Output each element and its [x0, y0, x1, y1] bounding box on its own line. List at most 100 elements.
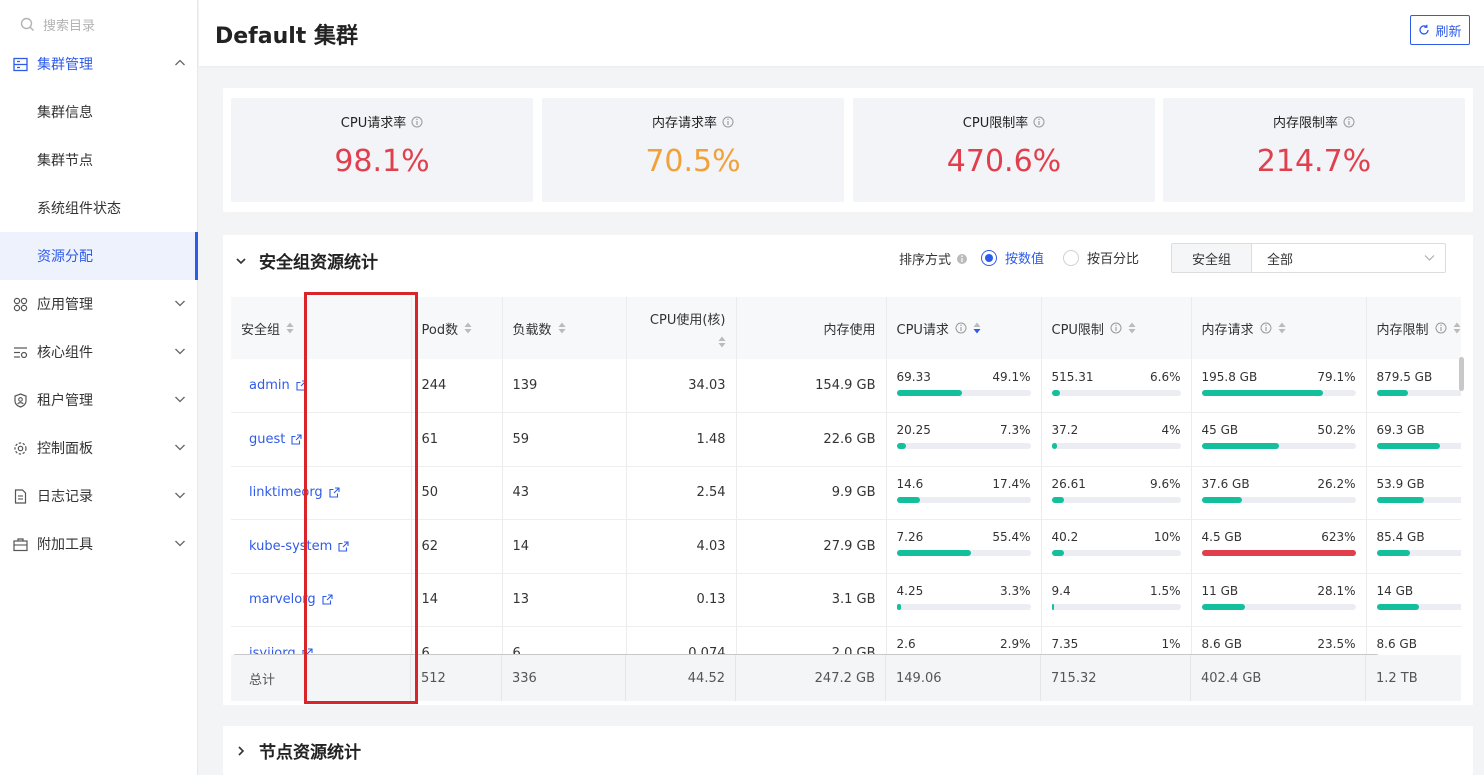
bar-percent: 2.9% — [1000, 637, 1031, 652]
cell-pods: 50 — [411, 466, 503, 520]
sidebar-item-cluster-info[interactable]: 集群信息 — [0, 88, 198, 136]
bar-percent: 6.6% — [1150, 369, 1181, 384]
col-header-cpu-request[interactable]: CPU请求 — [886, 297, 1042, 359]
progress-fill — [896, 603, 901, 610]
sort-icon[interactable] — [558, 322, 566, 334]
progress-fill — [1201, 389, 1324, 396]
sidebar-item-cluster-nodes[interactable]: 集群节点 — [0, 136, 198, 184]
sort-icon[interactable] — [1128, 322, 1136, 334]
sidebar-item-label: 系统组件状态 — [37, 201, 121, 217]
bar-cell-mem_req: 11 GB 28.1% — [1191, 573, 1367, 627]
sidebar-item-label: 日志记录 — [37, 489, 93, 505]
radio-circle — [981, 249, 997, 266]
bar-cell-cpu_req: 4.25 3.3% — [886, 573, 1042, 627]
info-icon[interactable] — [955, 322, 967, 334]
sort-icon[interactable] — [1278, 322, 1286, 334]
sidebar: 搜索目录 集群管理 集群信息 集群节点 系统组件状态 资源分配 应用管理 核心组… — [0, 0, 198, 775]
bar-value: 37.6 GB — [1201, 476, 1250, 491]
document-icon — [12, 488, 28, 504]
sort-icon[interactable] — [286, 322, 294, 334]
sidebar-item-cluster-management[interactable]: 集群管理 — [0, 40, 198, 88]
sidebar-item-label: 应用管理 — [37, 297, 93, 313]
bar-percent: 17.4% — [992, 476, 1031, 491]
col-header-memory-limit[interactable]: 内存限制 — [1366, 297, 1461, 359]
search-box[interactable]: 搜索目录 — [20, 14, 95, 34]
header-label: 安全组 — [241, 322, 281, 338]
cell-loads: 43 — [502, 466, 627, 520]
security-group-filter[interactable]: 安全组 全部 — [1171, 243, 1446, 273]
col-header-memory-usage[interactable]: 内存使用 — [736, 297, 887, 359]
sidebar-item-label: 集群信息 — [37, 105, 93, 121]
sort-icon[interactable] — [718, 336, 726, 348]
sort-by-percent-radio[interactable]: 按百分比 — [1063, 248, 1139, 267]
bar-value: 11 GB — [1201, 583, 1239, 598]
link-text: admin — [249, 378, 290, 393]
sidebar-item-logs[interactable]: 日志记录 — [0, 472, 198, 520]
cell-memory-usage: 154.9 GB — [736, 359, 887, 413]
header-label: Pod数 — [421, 322, 459, 338]
sidebar-item-component-status[interactable]: 系统组件状态 — [0, 184, 198, 232]
progress-bar — [1051, 496, 1181, 503]
sidebar-item-label: 集群管理 — [37, 57, 93, 73]
sort-icon[interactable] — [1453, 322, 1461, 334]
section-header: 安全组资源统计 排序方式 按数值 按百分比 安全组 全部 — [223, 235, 1473, 283]
security-group-link[interactable]: guest — [241, 432, 302, 447]
info-icon[interactable] — [951, 253, 968, 265]
stat-label: CPU请求率 — [340, 116, 407, 131]
highlight-box — [304, 292, 418, 704]
col-header-pods[interactable]: Pod数 — [411, 297, 503, 359]
sidebar-item-resource-allocation[interactable]: 资源分配 — [0, 232, 198, 280]
refresh-button[interactable]: 刷新 — [1410, 15, 1470, 45]
progress-bar — [1051, 603, 1181, 610]
cell-memory-usage: 9.9 GB — [736, 466, 887, 520]
progress-bar — [896, 389, 1031, 396]
bar-percent: 1.5% — [1150, 583, 1181, 598]
col-header-memory-request[interactable]: 内存请求 — [1191, 297, 1367, 359]
filter-select[interactable]: 全部 — [1252, 244, 1445, 272]
bar-value: 879.5 GB — [1376, 369, 1433, 384]
search-placeholder[interactable]: 搜索目录 — [43, 15, 95, 34]
sidebar-item-addon-tools[interactable]: 附加工具 — [0, 520, 198, 568]
chevron-right-icon — [235, 745, 259, 757]
bar-percent: 9.6% — [1150, 476, 1181, 491]
progress-fill — [1051, 603, 1055, 610]
bar-value: 69.3 GB — [1376, 423, 1425, 438]
info-icon[interactable] — [1338, 116, 1355, 128]
sidebar-item-label: 租户管理 — [37, 393, 93, 409]
sidebar-item-control-panel[interactable]: 控制面板 — [0, 424, 198, 472]
security-group-link[interactable]: admin — [241, 378, 307, 393]
col-header-cpu-limit[interactable]: CPU限制 — [1041, 297, 1192, 359]
link-text: guest — [249, 431, 286, 447]
section-toggle[interactable]: 安全组资源统计 — [235, 248, 378, 273]
info-icon[interactable] — [406, 116, 423, 128]
sidebar-item-app-management[interactable]: 应用管理 — [0, 280, 198, 328]
progress-bar — [896, 550, 1031, 557]
bar-percent: 79.1% — [1317, 369, 1356, 384]
chevron-down-icon — [235, 255, 259, 267]
sort-by-value-radio[interactable]: 按数值 — [981, 248, 1044, 267]
chevron-down-icon — [174, 441, 186, 453]
refresh-icon — [1418, 24, 1435, 36]
progress-bar — [1051, 550, 1181, 557]
progress-fill — [1376, 443, 1441, 450]
bar-value: 69.33 — [896, 369, 931, 384]
col-header-cpu-usage[interactable]: CPU使用(核) — [626, 297, 737, 359]
sort-desc-icon[interactable] — [973, 322, 981, 334]
bar-value: 45 GB — [1201, 423, 1239, 438]
progress-fill — [896, 443, 907, 450]
info-icon[interactable] — [1260, 322, 1272, 334]
bar-percent: 623% — [1321, 530, 1356, 545]
sidebar-item-core-components[interactable]: 核心组件 — [0, 328, 198, 376]
components-list-icon — [12, 344, 28, 360]
info-icon[interactable] — [1028, 116, 1045, 128]
col-header-loads[interactable]: 负载数 — [502, 297, 627, 359]
vertical-scrollbar[interactable] — [1459, 357, 1464, 391]
info-icon[interactable] — [717, 116, 734, 128]
bar-percent: 10% — [1153, 530, 1181, 545]
sort-icon[interactable] — [464, 322, 472, 334]
sidebar-item-tenant-management[interactable]: 租户管理 — [0, 376, 198, 424]
section-toggle[interactable]: 节点资源统计 — [235, 738, 361, 763]
info-icon[interactable] — [1435, 322, 1447, 334]
header-label: 负载数 — [512, 322, 552, 338]
info-icon[interactable] — [1110, 322, 1122, 334]
